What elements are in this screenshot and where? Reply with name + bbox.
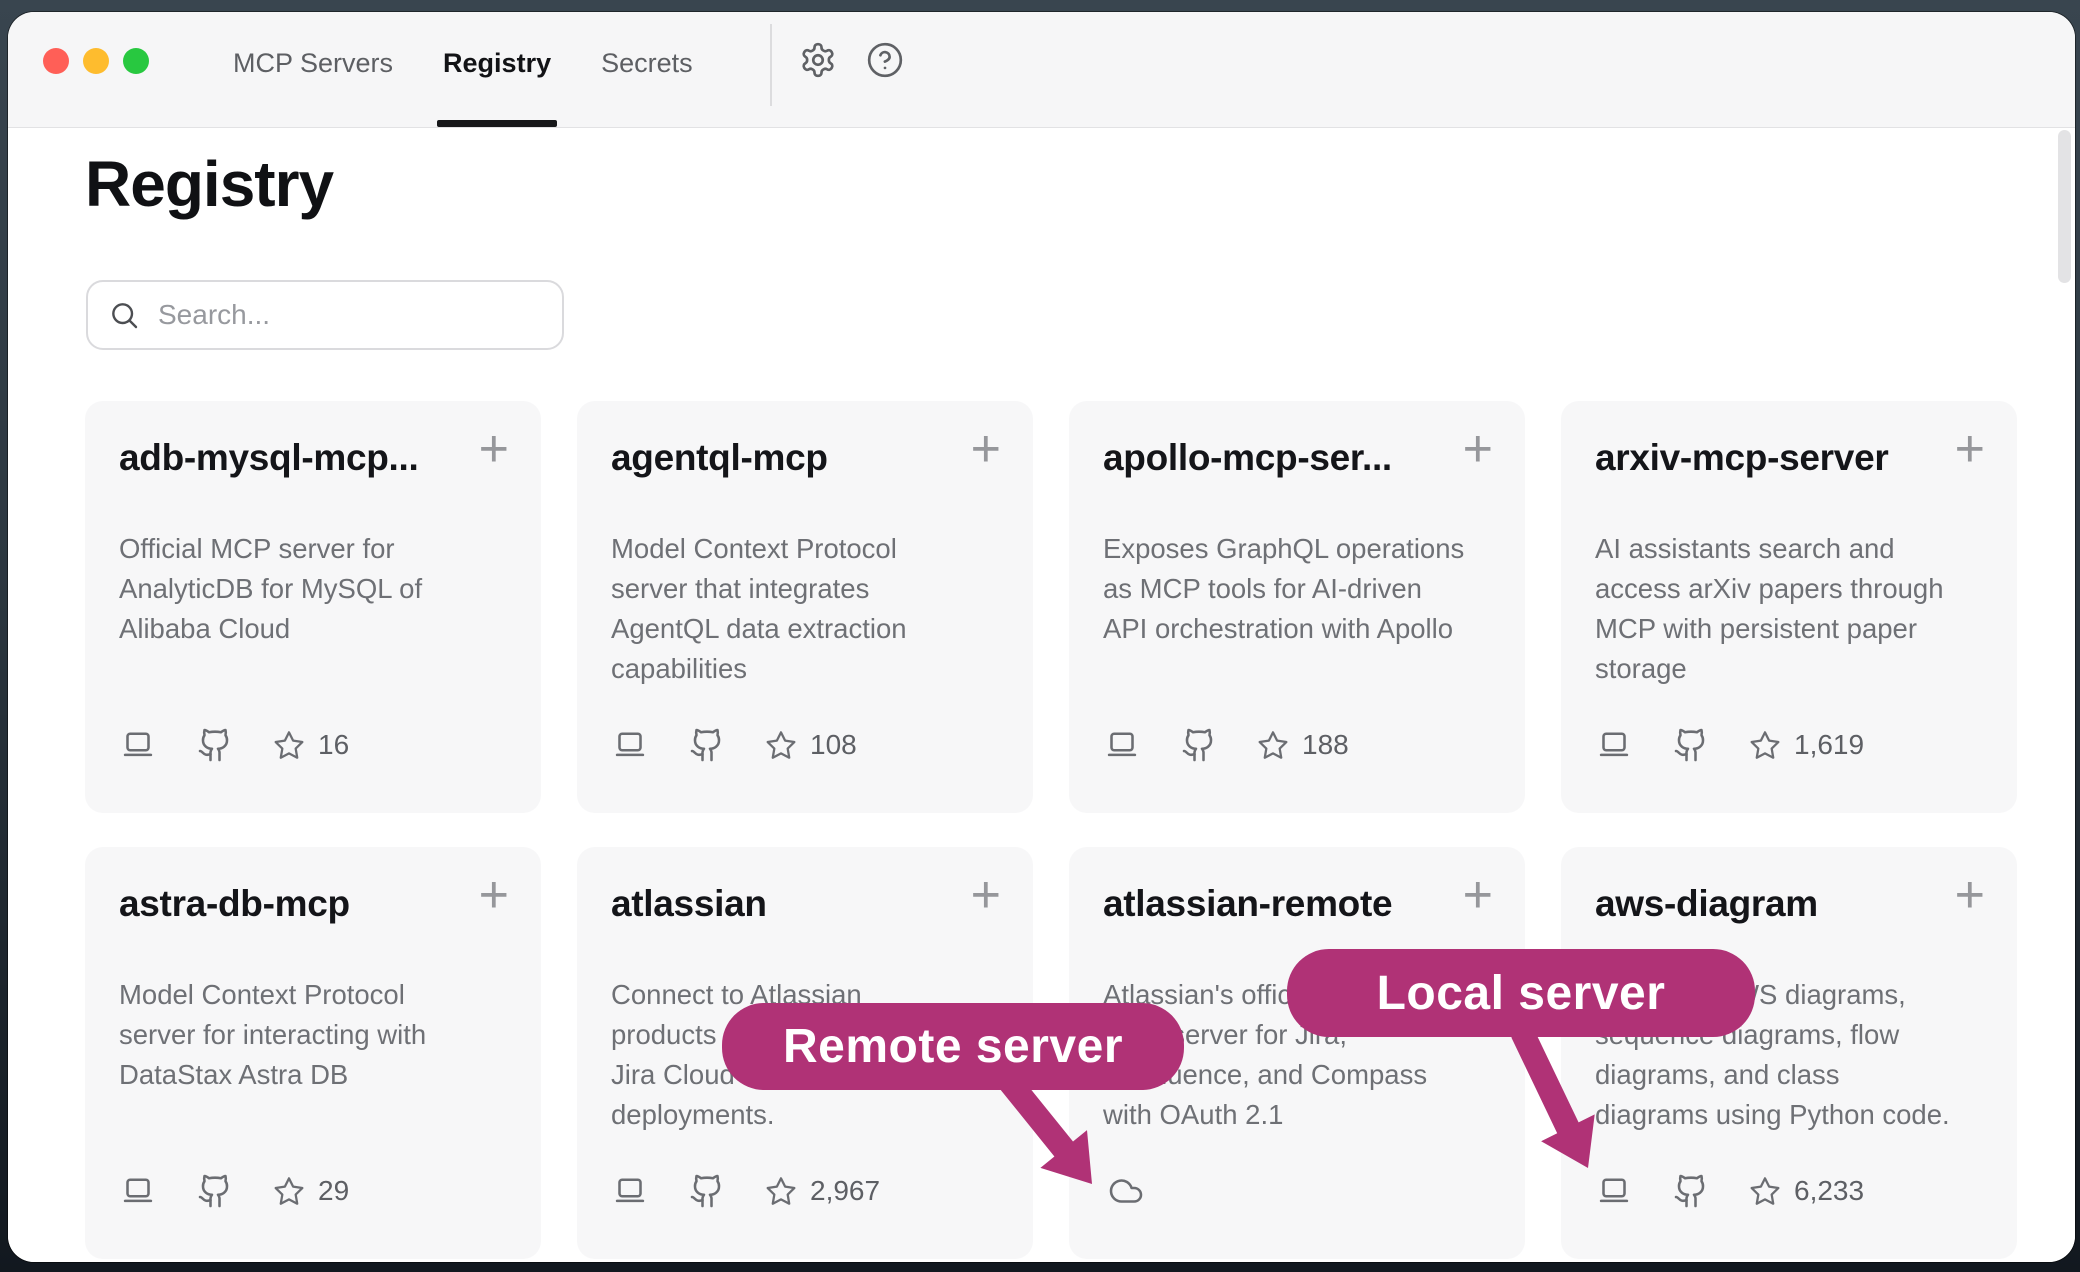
- server-stats: 2,967: [611, 1169, 880, 1213]
- tab-mcp-servers[interactable]: MCP Servers: [233, 12, 393, 127]
- github-icon: [197, 1173, 233, 1209]
- star-count: 108: [810, 729, 857, 761]
- star-icon: [1257, 729, 1289, 761]
- server-card-aws-diagram[interactable]: aws-diagram + Generate AWS diagrams,sequ…: [1561, 847, 2017, 1259]
- close-window-button[interactable]: [43, 48, 69, 74]
- server-description: AI assistants search andaccess arXiv pap…: [1595, 529, 1944, 689]
- server-name: atlassian: [611, 883, 767, 925]
- add-server-button[interactable]: +: [963, 869, 1009, 921]
- fullscreen-window-button[interactable]: [123, 48, 149, 74]
- star-count: 1,619: [1794, 729, 1864, 761]
- tab-registry[interactable]: Registry: [443, 12, 551, 127]
- window-controls: [43, 48, 149, 74]
- server-name: aws-diagram: [1595, 883, 1818, 925]
- star-icon: [273, 729, 305, 761]
- cloud-icon: [1103, 1173, 1149, 1209]
- server-stats: 29: [119, 1169, 349, 1213]
- server-description: Model Context Protocolserver that integr…: [611, 529, 907, 689]
- server-stats: 188: [1103, 723, 1349, 767]
- add-server-button[interactable]: +: [1455, 869, 1501, 921]
- tab-secrets[interactable]: Secrets: [601, 12, 693, 127]
- server-card-arxiv-mcp-server[interactable]: arxiv-mcp-server + AI assistants search …: [1561, 401, 2017, 813]
- add-server-button[interactable]: +: [1455, 423, 1501, 475]
- help-button[interactable]: [862, 37, 908, 83]
- server-card-grid: adb-mysql-mcp... + Official MCP server f…: [85, 401, 2017, 1259]
- help-icon: [866, 41, 904, 79]
- github-icon: [689, 727, 725, 763]
- server-card-agentql-mcp[interactable]: agentql-mcp + Model Context Protocolserv…: [577, 401, 1033, 813]
- app-window: MCP Servers Registry Secrets: [8, 12, 2075, 1262]
- server-stats: 6,233: [1595, 1169, 1864, 1213]
- server-name: adb-mysql-mcp...: [119, 437, 418, 479]
- gear-icon: [799, 41, 837, 79]
- titlebar-divider: [770, 24, 772, 106]
- server-name: agentql-mcp: [611, 437, 828, 479]
- star-icon: [1749, 729, 1781, 761]
- stars-stat: 2,967: [765, 1175, 880, 1207]
- star-icon: [1749, 1175, 1781, 1207]
- server-description: Model Context Protocolserver for interac…: [119, 975, 426, 1095]
- settings-button[interactable]: [795, 37, 841, 83]
- star-count: 29: [318, 1175, 349, 1207]
- add-server-button[interactable]: +: [963, 423, 1009, 475]
- server-name: arxiv-mcp-server: [1595, 437, 1888, 479]
- star-count: 2,967: [810, 1175, 880, 1207]
- server-description: Official MCP server forAnalyticDB for My…: [119, 529, 422, 649]
- stars-stat: 188: [1257, 729, 1349, 761]
- laptop-icon: [119, 1173, 157, 1209]
- laptop-icon: [611, 1173, 649, 1209]
- stars-stat: 16: [273, 729, 349, 761]
- registry-page: Registry adb-mysql-mcp... + Official MCP…: [8, 128, 2075, 1262]
- star-icon: [273, 1175, 305, 1207]
- star-count: 188: [1302, 729, 1349, 761]
- github-icon: [689, 1173, 725, 1209]
- add-server-button[interactable]: +: [471, 869, 517, 921]
- server-description: Exposes GraphQL operationsas MCP tools f…: [1103, 529, 1464, 649]
- add-server-button[interactable]: +: [1947, 423, 1993, 475]
- server-stats: 16: [119, 723, 349, 767]
- github-icon: [1673, 727, 1709, 763]
- local-server-callout: Local server: [1287, 949, 1755, 1037]
- stars-stat: 29: [273, 1175, 349, 1207]
- server-card-adb-mysql-mcp[interactable]: adb-mysql-mcp... + Official MCP server f…: [85, 401, 541, 813]
- add-server-button[interactable]: +: [471, 423, 517, 475]
- remote-server-callout: Remote server: [722, 1003, 1184, 1090]
- github-icon: [1673, 1173, 1709, 1209]
- minimize-window-button[interactable]: [83, 48, 109, 74]
- server-stats: 108: [611, 723, 857, 767]
- star-icon: [765, 729, 797, 761]
- star-count: 6,233: [1794, 1175, 1864, 1207]
- star-icon: [765, 1175, 797, 1207]
- server-stats: [1103, 1169, 1149, 1213]
- scrollbar-thumb[interactable]: [2058, 130, 2071, 283]
- github-icon: [197, 727, 233, 763]
- server-card-apollo-mcp-ser[interactable]: apollo-mcp-ser... + Exposes GraphQL oper…: [1069, 401, 1525, 813]
- laptop-icon: [119, 727, 157, 763]
- star-count: 16: [318, 729, 349, 761]
- server-stats: 1,619: [1595, 723, 1864, 767]
- laptop-icon: [1103, 727, 1141, 763]
- server-card-astra-db-mcp[interactable]: astra-db-mcp + Model Context Protocolser…: [85, 847, 541, 1259]
- search-input[interactable]: [156, 298, 542, 332]
- stars-stat: 1,619: [1749, 729, 1864, 761]
- laptop-icon: [611, 727, 649, 763]
- nav-tabs: MCP Servers Registry Secrets: [233, 12, 693, 127]
- stars-stat: 6,233: [1749, 1175, 1864, 1207]
- laptop-icon: [1595, 727, 1633, 763]
- github-icon: [1181, 727, 1217, 763]
- laptop-icon: [1595, 1173, 1633, 1209]
- search-box[interactable]: [86, 280, 564, 350]
- page-title: Registry: [85, 142, 333, 226]
- server-name: apollo-mcp-ser...: [1103, 437, 1392, 479]
- add-server-button[interactable]: +: [1947, 869, 1993, 921]
- stars-stat: 108: [765, 729, 857, 761]
- server-name: astra-db-mcp: [119, 883, 350, 925]
- titlebar: MCP Servers Registry Secrets: [8, 12, 2075, 128]
- server-name: atlassian-remote: [1103, 883, 1392, 925]
- search-icon: [108, 299, 140, 331]
